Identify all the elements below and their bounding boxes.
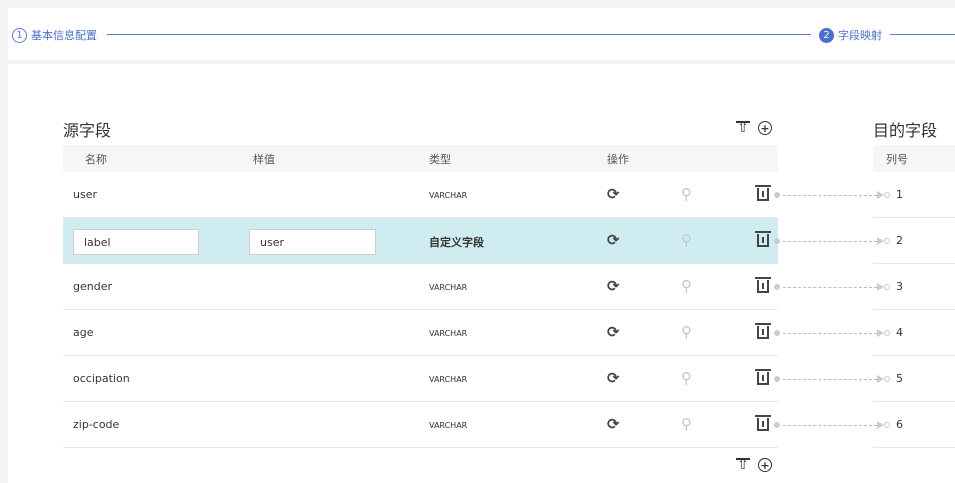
sync-icon[interactable]: ⟳ [607, 231, 620, 249]
move-top-icon[interactable] [736, 457, 750, 473]
target-row: 4 [873, 310, 955, 356]
sync-icon[interactable]: ⟳ [607, 323, 620, 341]
table-row: age VARCHAR ⟳ ⚲ [63, 310, 778, 356]
trash-icon[interactable] [755, 231, 771, 247]
header-type: 类型 [429, 153, 451, 166]
step-1-label: 基本信息配置 [31, 29, 97, 42]
trash-icon[interactable] [755, 415, 771, 431]
header-ops: 操作 [607, 153, 629, 166]
field-type: VARCHAR [429, 375, 468, 384]
table-row: gender VARCHAR ⟳ ⚲ [63, 264, 778, 310]
step-2[interactable]: 2 字段映射 [819, 27, 882, 43]
target-col-number: 5 [896, 372, 903, 385]
field-name: user [73, 188, 97, 201]
target-col-number: 3 [896, 280, 903, 293]
source-fields-title: 源字段 [63, 121, 112, 140]
step-1[interactable]: 1 基本信息配置 [12, 27, 97, 43]
trash-icon[interactable] [755, 185, 771, 201]
table-row: user VARCHAR ⟳ ⚲ [63, 172, 778, 218]
search-icon[interactable]: ⚲ [681, 369, 692, 387]
add-circle-icon[interactable]: + [758, 458, 772, 472]
search-icon[interactable]: ⚲ [681, 277, 692, 295]
trash-icon[interactable] [755, 369, 771, 385]
field-type: VARCHAR [429, 283, 468, 292]
field-type: VARCHAR [429, 191, 468, 200]
top-actions: + [736, 120, 772, 136]
target-row: 2 [873, 218, 955, 264]
field-name-input[interactable]: label [73, 229, 199, 255]
bottom-actions: + [736, 457, 772, 473]
step-1-number: 1 [12, 27, 27, 43]
target-row: 6 [873, 402, 955, 448]
search-icon[interactable]: ⚲ [681, 323, 692, 341]
trash-icon[interactable] [755, 323, 771, 339]
field-name: gender [73, 280, 112, 293]
step-2-label: 字段映射 [838, 29, 882, 42]
field-name: occipation [73, 372, 130, 385]
target-row: 1 [873, 172, 955, 218]
table-row: label user 自定义字段 ⟳ ⚲ [63, 218, 778, 264]
table-row: occipation VARCHAR ⟳ ⚲ [63, 356, 778, 402]
search-icon[interactable]: ⚲ [681, 415, 692, 433]
add-circle-icon[interactable]: + [758, 121, 772, 135]
target-fields-title: 目的字段 [873, 121, 938, 140]
step-bar: 1 基本信息配置 2 字段映射 [8, 8, 955, 60]
target-col-number: 2 [896, 234, 903, 247]
target-row: 3 [873, 264, 955, 310]
sync-icon[interactable]: ⟳ [607, 415, 620, 433]
move-top-icon[interactable] [736, 120, 750, 136]
search-icon[interactable]: ⚲ [681, 185, 692, 203]
sync-icon[interactable]: ⟳ [607, 369, 620, 387]
target-row: 5 [873, 356, 955, 402]
step-connector [107, 34, 811, 35]
field-name: zip-code [73, 418, 120, 431]
sync-icon[interactable]: ⟳ [607, 185, 620, 203]
trash-icon[interactable] [755, 277, 771, 293]
header-col: 列号 [886, 153, 908, 166]
table-row: zip-code VARCHAR ⟳ ⚲ [63, 402, 778, 448]
sync-icon[interactable]: ⟳ [607, 277, 620, 295]
source-table-header: 名称 样值 类型 操作 [63, 145, 778, 172]
step-2-number: 2 [819, 27, 834, 43]
field-type: 自定义字段 [429, 236, 484, 249]
field-type: VARCHAR [429, 421, 468, 430]
target-col-number: 6 [896, 418, 903, 431]
field-sample-input[interactable]: user [249, 229, 376, 255]
target-table-header: 列号 [873, 145, 955, 172]
field-name: age [73, 326, 94, 339]
header-name: 名称 [85, 153, 107, 166]
header-sample: 样值 [253, 153, 275, 166]
search-icon[interactable]: ⚲ [681, 231, 692, 249]
field-type: VARCHAR [429, 329, 468, 338]
step-connector-2 [890, 34, 955, 35]
target-col-number: 1 [896, 188, 903, 201]
target-col-number: 4 [896, 326, 903, 339]
